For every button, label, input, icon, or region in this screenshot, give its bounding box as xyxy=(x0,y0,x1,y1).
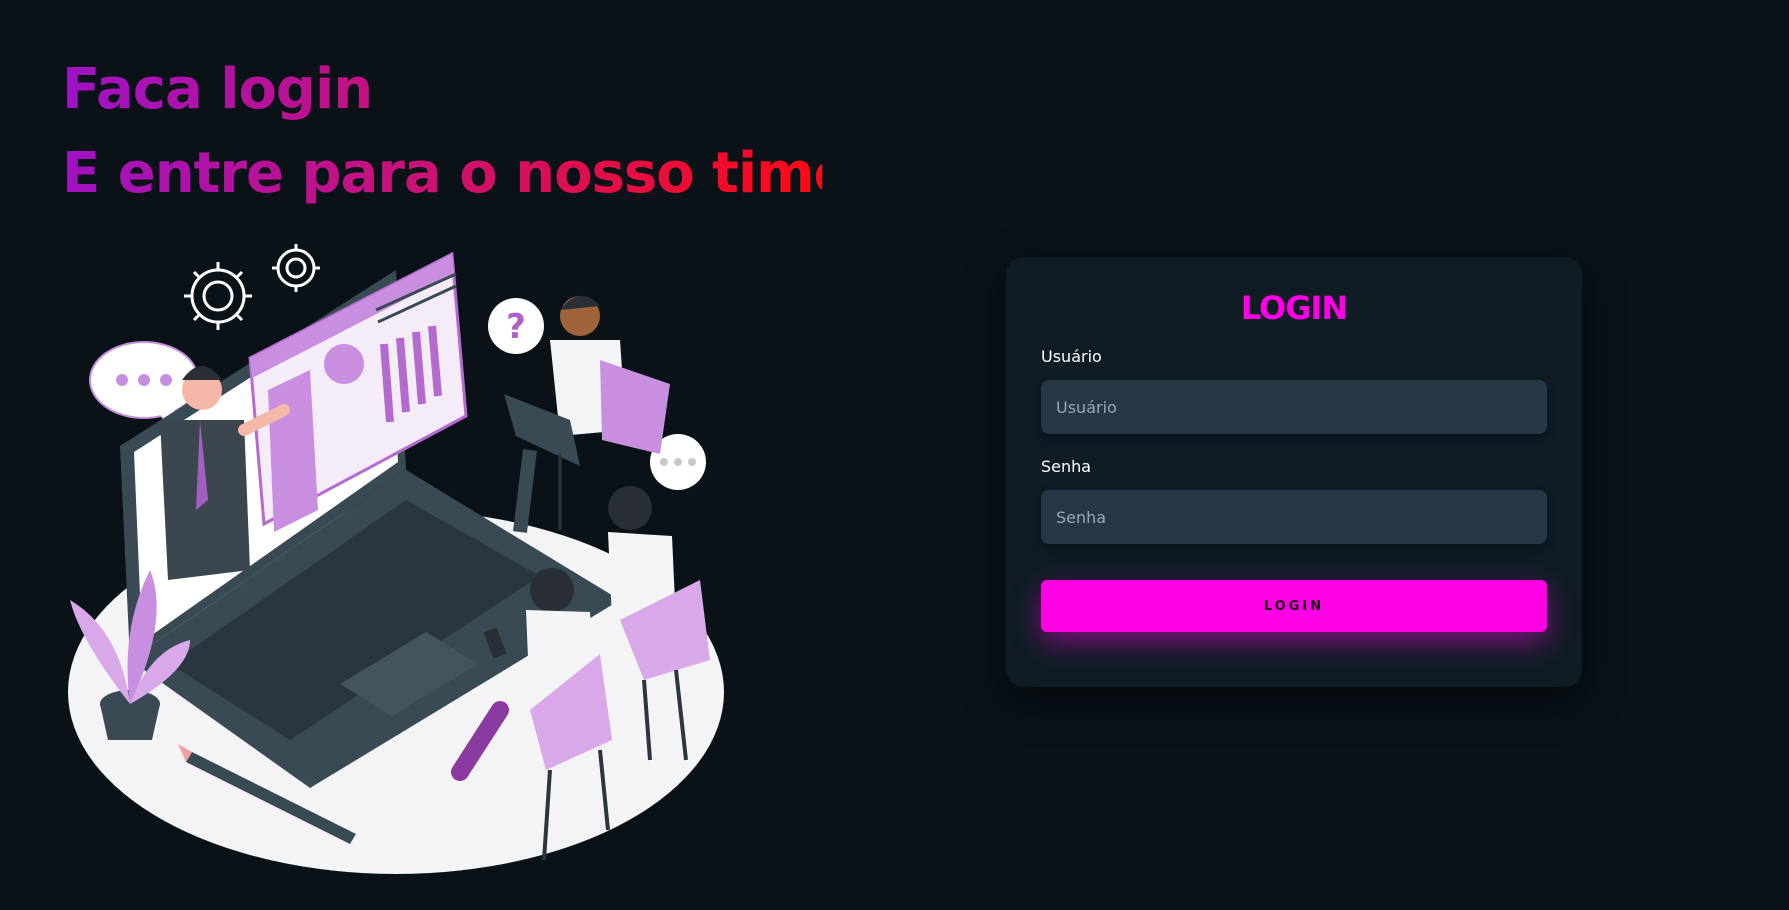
heading-line-1: Faca login xyxy=(62,48,382,132)
heading-line-2: E entre para o nosso time. xyxy=(62,132,872,216)
team-meeting-illustration: ? xyxy=(68,244,724,874)
gear-small-icon xyxy=(272,244,320,292)
question-bubble-icon: ? xyxy=(488,298,544,354)
login-title: LOGIN xyxy=(1240,289,1348,327)
password-input[interactable] xyxy=(1041,490,1547,544)
username-label: Usuário xyxy=(1041,347,1102,366)
page-heading: Faca login E entre para o nosso time. xyxy=(62,48,872,216)
gear-icon xyxy=(184,262,252,330)
login-button[interactable]: LOGIN xyxy=(1041,580,1547,632)
svg-text:?: ? xyxy=(506,307,526,347)
login-page: Faca login E entre para o nosso time. ? xyxy=(0,0,1789,910)
password-label: Senha xyxy=(1041,457,1092,476)
username-input[interactable] xyxy=(1041,380,1547,434)
login-card: LOGIN Usuário Senha LOGIN xyxy=(1006,257,1582,687)
